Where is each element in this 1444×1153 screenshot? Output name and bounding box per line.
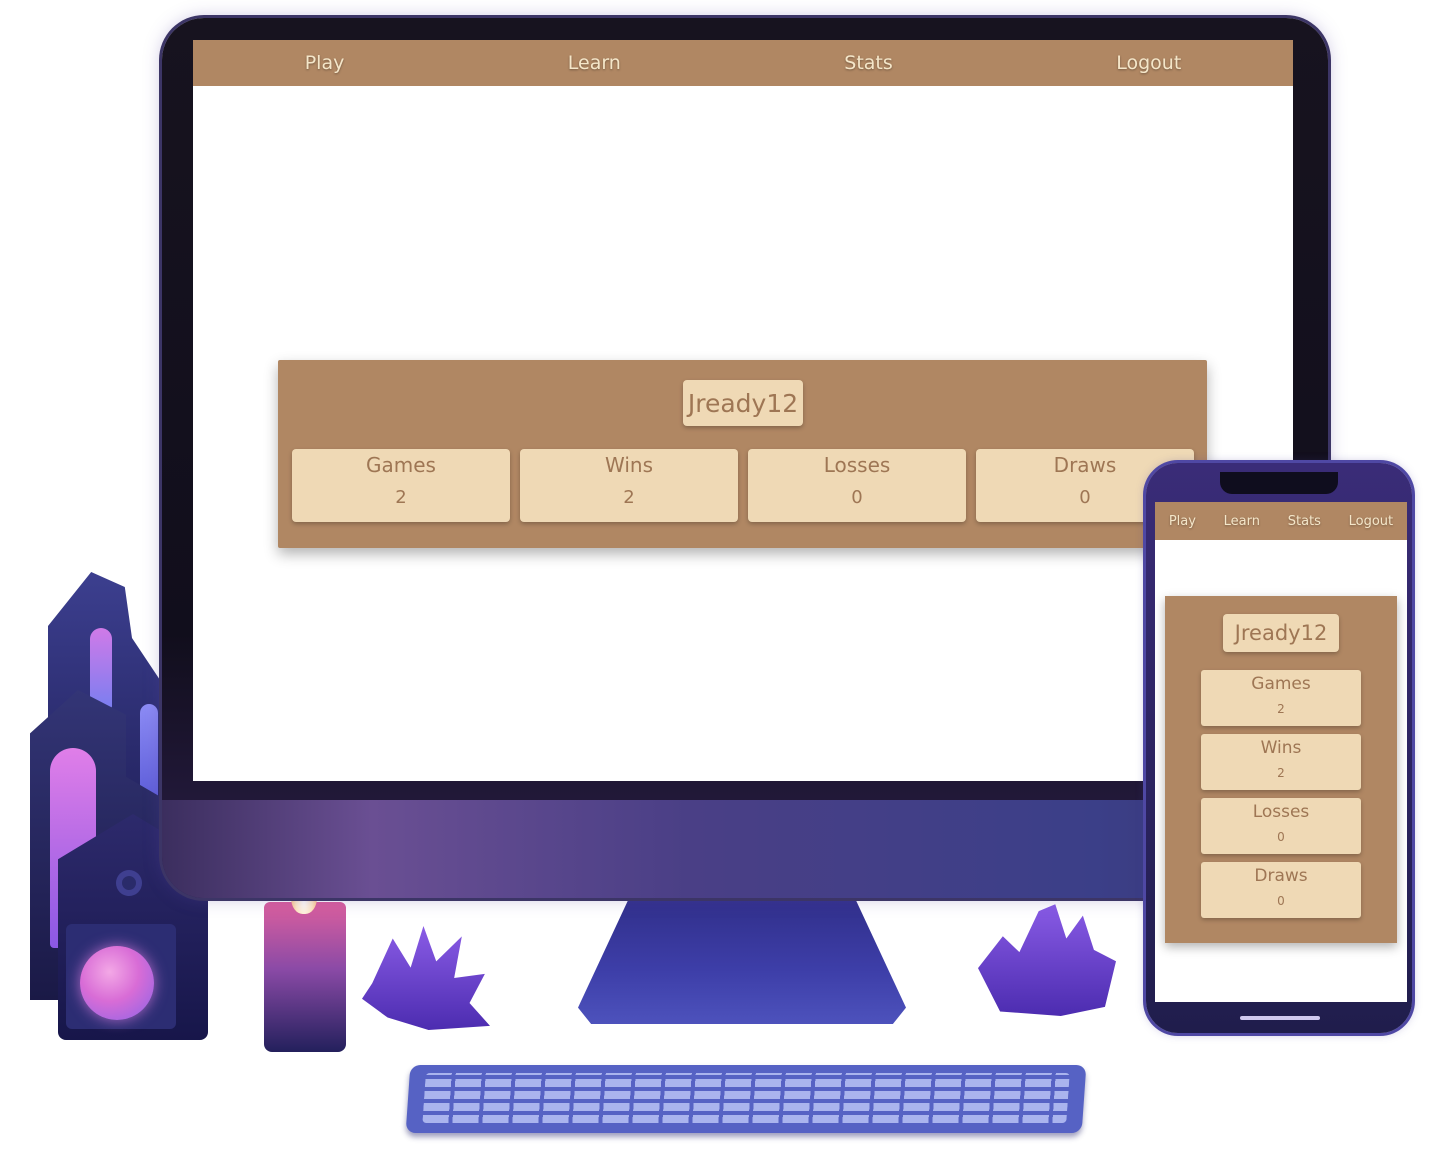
phone-home-indicator [1240,1016,1320,1020]
mobile-stat-games: Games 2 [1201,670,1361,726]
stat-label: Games [366,453,436,477]
mobile-username-badge: Jready12 [1223,614,1339,652]
stat-label: Draws [1053,453,1117,477]
stat-value: 2 [623,487,635,508]
glowing-orb [80,946,154,1020]
stats-row: Games 2 Wins 2 Losses 0 Draws 0 [292,449,1194,522]
top-nav: Play Learn Stats Logout [193,40,1293,86]
mobile-stat-wins: Wins 2 [1201,734,1361,790]
plant-icon [362,926,490,1030]
nav-logout-link[interactable]: Logout [1116,52,1181,74]
phone-notch [1220,472,1338,494]
mobile-nav-learn-link[interactable]: Learn [1224,514,1260,529]
stat-label: Losses [1252,802,1310,822]
mobile-stat-draws: Draws 0 [1201,862,1361,918]
stat-value: 0 [851,487,863,508]
stat-label: Wins [605,453,653,477]
mobile-nav-play-link[interactable]: Play [1169,514,1196,529]
stat-losses: Losses 0 [748,449,966,522]
candle-icon [264,902,346,1052]
plant-icon [978,904,1116,1016]
nav-stats-link[interactable]: Stats [844,52,893,74]
profile-stats-card: Jready12 Games 2 Wins 2 Losses 0 Draws 0 [278,360,1207,548]
keyboard-icon [405,1065,1087,1133]
stat-label: Draws [1254,866,1308,886]
stat-wins: Wins 2 [520,449,738,522]
stat-value: 2 [1277,766,1285,780]
mobile-nav-stats-link[interactable]: Stats [1288,514,1321,529]
stat-value: 0 [1277,830,1285,844]
stat-value: 0 [1079,487,1091,508]
mobile-screen: Play Learn Stats Logout Jready12 Games 2… [1155,502,1407,1002]
mobile-stats-column: Games 2 Wins 2 Losses 0 Draws 0 [1201,670,1361,926]
keyboard-keys [422,1073,1070,1123]
stat-value: 2 [1277,702,1285,716]
mobile-profile-stats-card: Jready12 Games 2 Wins 2 Losses 0 Draws 0 [1165,596,1397,943]
desktop-screen: Play Learn Stats Logout Jready12 Games 2… [193,40,1293,781]
nav-learn-link[interactable]: Learn [568,52,621,74]
mobile-top-nav: Play Learn Stats Logout [1155,502,1407,540]
castle-porthole [116,870,142,896]
mobile-stat-losses: Losses 0 [1201,798,1361,854]
monitor-stand [578,888,906,1024]
stat-games: Games 2 [292,449,510,522]
mobile-nav-logout-link[interactable]: Logout [1349,514,1394,529]
username-badge: Jready12 [683,380,803,426]
castle-window [90,628,112,708]
stat-value: 2 [395,487,407,508]
stat-value: 0 [1277,894,1285,908]
nav-play-link[interactable]: Play [305,52,345,74]
stat-label: Games [1251,674,1311,694]
stat-label: Wins [1260,738,1302,758]
stat-label: Losses [823,453,891,477]
